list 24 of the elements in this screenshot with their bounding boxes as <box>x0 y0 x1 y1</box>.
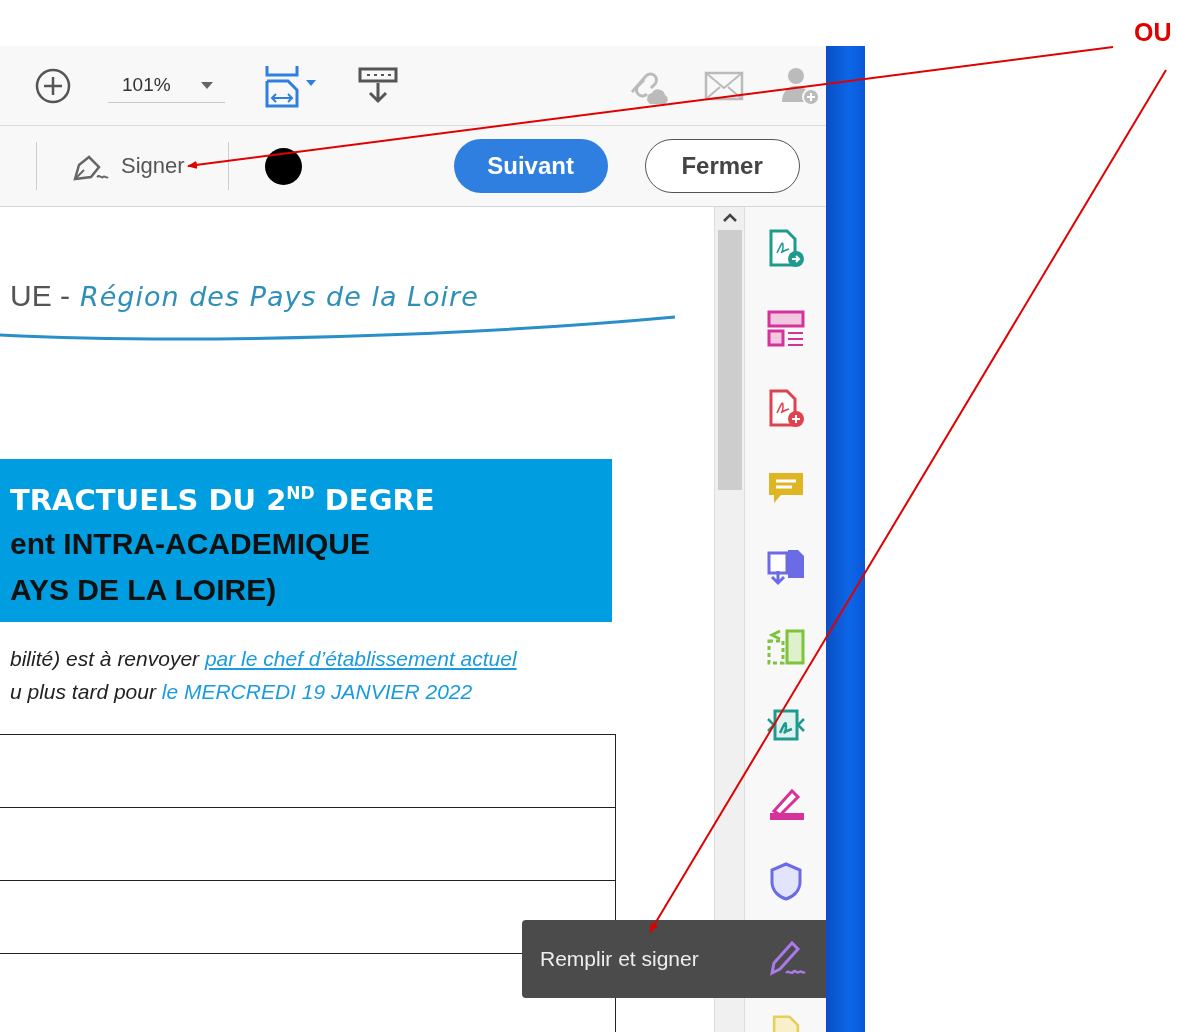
header-text: UE - <box>10 279 70 313</box>
banner-title: TRACTUELS DU 2$^{ND}$ DEGRE <box>10 481 436 519</box>
ink-color-swatch[interactable] <box>264 147 302 185</box>
region-title: Région des Pays de la Loire <box>80 281 479 312</box>
layout-icon[interactable] <box>765 309 806 349</box>
instruction-text: bilité) est à renvoyer par le chef d’établissement actuel <box>10 646 518 672</box>
zoom-in-icon[interactable] <box>34 66 72 105</box>
combine-files-icon[interactable] <box>765 547 806 587</box>
banner-subtitle: ent INTRA-ACADEMIQUE <box>10 525 371 562</box>
keyboard-download-icon[interactable] <box>358 66 398 105</box>
annotation-label: OU <box>1134 18 1172 47</box>
next-button[interactable]: Suivant <box>453 139 608 193</box>
banner-subtitle: AYS DE LA LOIRE) <box>10 571 278 608</box>
add-user-icon[interactable] <box>780 65 820 106</box>
scrollbar[interactable] <box>714 207 745 1032</box>
zoom-dropdown[interactable]: 101% <box>108 68 225 103</box>
mail-icon[interactable] <box>704 70 744 101</box>
scrollbar-thumb[interactable] <box>717 230 742 490</box>
scroll-up-icon[interactable] <box>722 213 737 222</box>
sign-tool[interactable]: Signer <box>71 149 185 183</box>
tooltip-text: Remplir et signer <box>540 947 699 971</box>
caret-icon <box>201 81 213 89</box>
instruction-text: u plus tard pour le MERCREDI 19 JANVIER 2022 <box>10 679 474 705</box>
close-button[interactable]: Fermer <box>644 139 800 193</box>
